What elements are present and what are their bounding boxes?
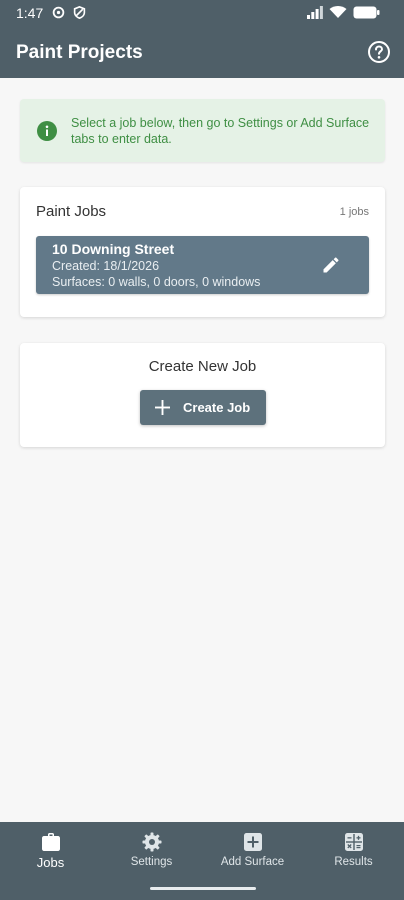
status-time: 1:47 — [16, 5, 44, 21]
shield-status-icon — [73, 6, 86, 19]
nav-item-add-surface[interactable]: Add Surface — [202, 822, 303, 892]
help-circle-icon[interactable] — [367, 40, 391, 64]
status-right-icons — [307, 5, 380, 19]
create-job-title: Create New Job — [148, 358, 257, 375]
info-banner-text: Select a job below, then go to Settings … — [71, 116, 370, 146]
paint-jobs-card: Paint Jobs 1 jobs 10 Downing Street Crea… — [20, 187, 385, 317]
status-bar: 1:47 — [0, 0, 404, 26]
job-created-date: Created: 18/1/2026 — [52, 259, 160, 273]
info-banner: Select a job below, then go to Settings … — [20, 99, 385, 162]
create-job-label: Create Job — [183, 400, 251, 415]
calculator-icon — [344, 833, 363, 851]
job-surfaces-summary: Surfaces: 0 walls, 0 doors, 0 windows — [52, 275, 261, 289]
paint-jobs-title: Paint Jobs — [36, 203, 107, 220]
home-indicator[interactable] — [150, 887, 256, 890]
signal-icon — [307, 5, 323, 19]
nav-item-jobs[interactable]: Jobs — [0, 822, 101, 892]
gear-icon — [142, 832, 161, 852]
info-icon — [37, 121, 57, 141]
page-title: Paint Projects — [16, 42, 143, 63]
nav-item-results[interactable]: Results — [303, 822, 404, 892]
nav-item-settings[interactable]: Settings — [101, 822, 202, 892]
nav-label-settings: Settings — [130, 856, 173, 868]
settings-status-icon — [52, 6, 65, 19]
create-job-button[interactable]: Create Job — [140, 390, 266, 425]
nav-label-jobs: Jobs — [36, 855, 65, 870]
job-list-item[interactable]: 10 Downing Street Created: 18/1/2026 Sur… — [36, 236, 369, 294]
battery-icon — [353, 6, 380, 18]
bottom-navigation: Jobs Settings Add Surface Results — [0, 822, 404, 900]
plus-box-icon — [243, 833, 262, 851]
pencil-icon[interactable] — [321, 255, 341, 275]
nav-label-results: Results — [334, 856, 373, 868]
top-app-bar: 1:47 Paint Projects — [0, 0, 404, 78]
plus-icon — [155, 400, 170, 415]
job-name: 10 Downing Street — [52, 241, 175, 257]
nav-label-add-surface: Add Surface — [220, 856, 285, 868]
wifi-icon — [329, 6, 347, 18]
create-job-card: Create New Job Create Job — [20, 343, 385, 447]
jobs-count: 1 jobs — [339, 206, 369, 218]
briefcase-icon — [41, 833, 60, 851]
